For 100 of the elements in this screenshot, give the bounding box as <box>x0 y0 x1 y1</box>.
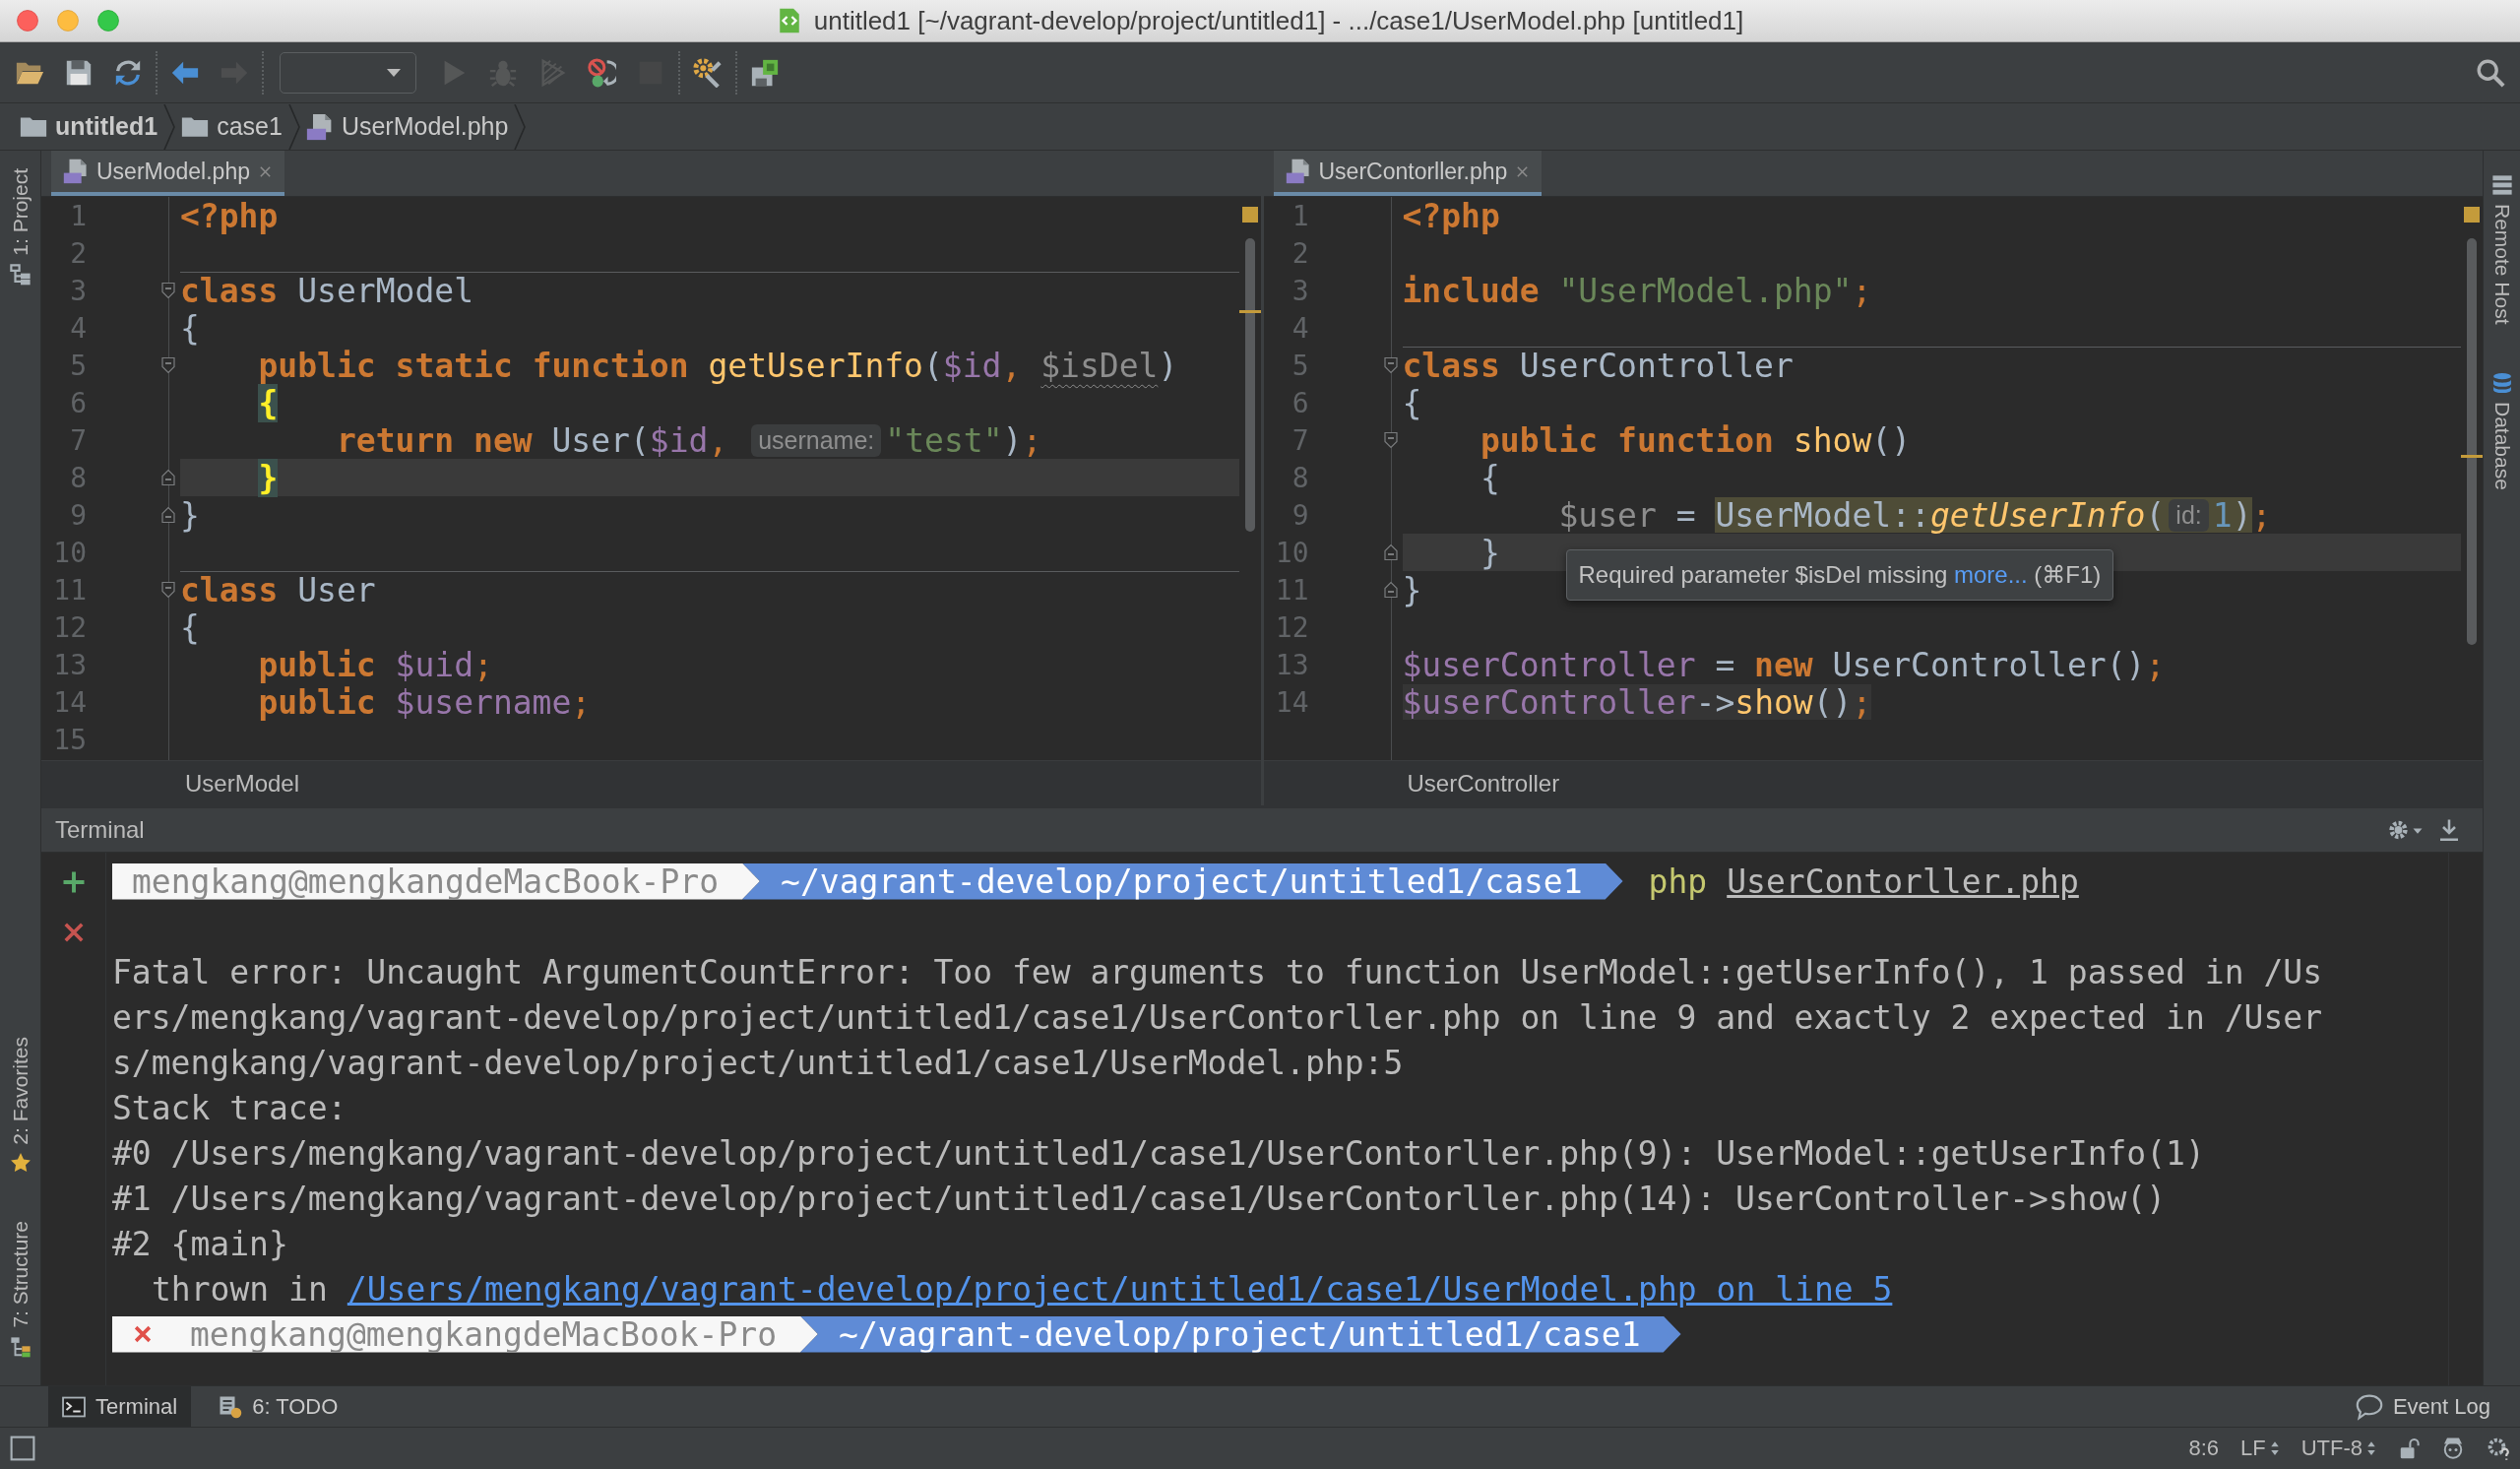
wrench-gear-icon <box>693 57 723 88</box>
code-keyword: public <box>258 645 376 684</box>
close-tab-icon[interactable] <box>257 163 273 179</box>
tool-window-button[interactable]: 7: Structure <box>0 1217 40 1362</box>
structure-breadcrumb[interactable]: UserController <box>1407 769 1560 798</box>
code-text: User <box>297 571 376 609</box>
todo-list-icon <box>219 1394 243 1419</box>
code-keyword: class <box>180 571 279 609</box>
code-keyword: static <box>395 346 513 385</box>
code-function: getUserInfo <box>708 346 923 385</box>
line-number: 9 <box>1291 498 1309 532</box>
line-number: 12 <box>52 610 87 644</box>
terminal-output: Fatal error: Uncaught ArgumentCountError: Too few arguments to function UserModel::getUserInfo(), 1 passed in /Us <box>112 952 2323 991</box>
tool-window-button[interactable]: 2: Favorites <box>0 1032 40 1179</box>
unlocked-lock-icon[interactable] <box>2398 1437 2420 1459</box>
code-text: ) <box>1158 346 1178 385</box>
window-zoom-icon[interactable] <box>97 10 119 32</box>
tool-window-tab[interactable]: Terminal <box>48 1386 192 1427</box>
structure-breadcrumb[interactable]: UserModel <box>185 769 300 798</box>
editor-tab[interactable]: UserContorller.php <box>1273 151 1543 196</box>
prompt-path: ~/vagrant-develop/project/untitled1/case1 <box>800 1315 1681 1353</box>
fold-icon[interactable] <box>160 356 176 374</box>
fold-icon[interactable] <box>1382 356 1399 374</box>
breadcrumb-item[interactable]: UserModel.php <box>299 103 515 150</box>
fold-icon[interactable] <box>160 469 176 486</box>
code-punctuation: , <box>1001 346 1022 385</box>
gear-icon[interactable] <box>2388 818 2424 842</box>
php-file-icon <box>305 112 334 141</box>
speech-bubble-icon <box>2355 1392 2383 1421</box>
php-file-icon <box>1285 159 1311 184</box>
line-number: 5 <box>69 349 87 382</box>
code-text: UserModel:: <box>1715 495 1930 535</box>
star-icon <box>9 1152 32 1175</box>
window-close-icon[interactable] <box>17 10 38 32</box>
breadcrumb-item[interactable]: case1 <box>175 103 288 150</box>
line-number: 14 <box>1274 685 1309 719</box>
close-tab-icon[interactable] <box>1515 163 1531 179</box>
fold-icon[interactable] <box>1382 581 1399 599</box>
tool-window-button[interactable]: Remote Host <box>2484 170 2520 329</box>
fold-icon[interactable] <box>160 581 176 599</box>
code-keyword: class <box>180 272 279 310</box>
prompt-user: mengkang@mengkangdeMacBook-Pro <box>190 1314 778 1354</box>
inspector-head-icon[interactable] <box>2441 1437 2465 1460</box>
arrow-down-to-line-icon[interactable] <box>2437 818 2461 842</box>
inspection-status-icon[interactable] <box>1241 207 1258 223</box>
code-number: 1 <box>2212 495 2233 535</box>
code-keyword: include <box>1402 271 1540 310</box>
terminal-output: #1 /Users/mengkang/vagrant-develop/project/untitled1/case1/UserContorller.php(14): UserController->show() <box>112 1179 2167 1218</box>
prompt-path: ~/vagrant-develop/project/untitled1/case1 <box>742 862 1623 900</box>
code-text: () <box>1871 420 1912 460</box>
close-icon[interactable] <box>62 922 85 943</box>
cross-icon <box>132 1323 154 1345</box>
code-keyword: public <box>1480 420 1599 460</box>
line-number: 15 <box>52 723 87 756</box>
line-number: 6 <box>1291 386 1309 419</box>
code-keyword: public <box>258 346 376 385</box>
panel-title: Terminal <box>55 816 145 844</box>
line-number: 3 <box>69 274 87 307</box>
plus-icon[interactable] <box>61 870 86 894</box>
code-keyword: function <box>532 346 689 385</box>
code-text: ) <box>2232 495 2252 535</box>
line-number: 7 <box>1291 423 1309 457</box>
code-variable: $user <box>1558 495 1657 535</box>
tool-window-tab[interactable]: 6: TODO <box>205 1386 352 1427</box>
scrollbar-thumb[interactable] <box>2467 238 2477 645</box>
tool-window-button[interactable]: Database <box>2484 367 2520 494</box>
code-punctuation: ; <box>571 682 592 722</box>
line-number: 11 <box>52 573 87 607</box>
code-text: () <box>1812 682 1853 722</box>
event-log-button[interactable]: Event Log <box>2355 1386 2490 1427</box>
file-link[interactable]: /Users/mengkang/vagrant-develop/project/untitled1/case1/UserModel.php on line 5 <box>346 1269 1893 1309</box>
code-text: UserModel <box>297 272 473 310</box>
code-punctuation: ; <box>2251 495 2272 535</box>
square-icon[interactable] <box>10 1436 35 1461</box>
fold-icon[interactable] <box>1382 431 1399 449</box>
tool-window-button[interactable]: 1: Project <box>0 164 40 289</box>
caret-position-button[interactable]: 8:6 <box>2188 1436 2219 1461</box>
warning-stripe-mark[interactable] <box>1238 310 1261 313</box>
terminal-output: s/mengkang/vagrant-develop/project/untitled1/case1/UserModel.php:5 <box>112 1043 1404 1082</box>
terminal-command: php <box>1648 862 1708 901</box>
scrollbar-thumb[interactable] <box>1244 238 1255 532</box>
database-icon <box>2490 371 2513 394</box>
command-argument[interactable]: UserContorller.php <box>1727 862 2079 901</box>
breadcrumb-item[interactable]: untitled1 <box>14 103 164 150</box>
encoding-button[interactable]: UTF-8 <box>2300 1436 2376 1461</box>
search-icon <box>2476 57 2505 88</box>
gear-question-icon[interactable] <box>2487 1437 2510 1460</box>
fold-icon[interactable] <box>1382 543 1399 561</box>
code-variable: $id <box>942 346 1002 385</box>
sync-icon <box>113 57 143 88</box>
line-number: 1 <box>69 199 87 232</box>
editor-tab[interactable]: UserModel.php <box>51 151 284 196</box>
code-variable: $userController <box>1402 645 1696 684</box>
more-link[interactable]: more... <box>1954 561 2028 588</box>
line-separator-button[interactable]: LF <box>2240 1436 2280 1461</box>
terminal-icon <box>62 1394 86 1419</box>
code-variable: $isDel <box>1040 346 1159 385</box>
fold-icon[interactable] <box>160 506 176 524</box>
fold-icon[interactable] <box>160 282 176 299</box>
code-keyword: new <box>1754 645 1813 684</box>
